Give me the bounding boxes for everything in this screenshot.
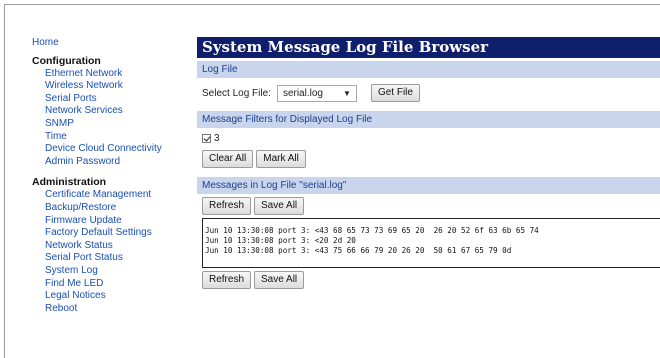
nav-network-services[interactable]: Network Services [32,105,192,118]
message-filters-section-header: Message Filters for Displayed Log File [197,111,660,128]
nav-legal-notices[interactable]: Legal Notices [32,290,192,303]
nav-firmware-update[interactable]: Firmware Update [32,215,192,228]
nav-factory-default-settings[interactable]: Factory Default Settings [32,227,192,240]
nav-system-log[interactable]: System Log [32,265,192,278]
messages-section: Refresh Save All Jun 10 13:30:08 port 3:… [197,194,660,289]
log-file-row: Select Log File: serial.log ▼ Get File [202,84,655,102]
nav-serial-port-status[interactable]: Serial Port Status [32,252,192,265]
nav-certificate-management[interactable]: Certificate Management [32,189,192,202]
checkbox-checked-icon[interactable] [202,134,211,143]
save-all-button-bottom[interactable]: Save All [254,271,305,289]
select-log-file-label: Select Log File: [202,87,271,99]
mark-all-button[interactable]: Mark All [256,150,306,168]
filter-buttons-row: Clear All Mark All [202,150,655,168]
nav-heading-administration: Administration [32,176,107,189]
nav-wireless-network[interactable]: Wireless Network [32,80,192,93]
filter-checkbox-label: 3 [214,133,220,144]
save-all-button-top[interactable]: Save All [254,197,305,215]
log-line: Jun 10 13:30:08 port 3: <43 75 66 66 79 … [205,246,512,255]
nav-gap [32,168,192,176]
refresh-button-bottom[interactable]: Refresh [202,271,252,289]
clear-all-button[interactable]: Clear All [202,150,254,168]
nav-network-status[interactable]: Network Status [32,240,192,253]
message-filters-section: 3 Clear All Mark All [197,128,660,174]
nav-time[interactable]: Time [32,131,192,144]
log-file-section-header: Log File [197,61,660,78]
log-file-select[interactable]: serial.log ▼ [276,84,357,102]
page-title: System Message Log File Browser [197,37,660,58]
nav-heading-configuration: Configuration [32,54,101,67]
log-line: Jun 10 13:30:08 port 3: <20 2d 20 [205,236,356,245]
messages-bottom-buttons: Refresh Save All [202,271,660,289]
nav-admin-password[interactable]: Admin Password [32,156,192,169]
nav-serial-ports[interactable]: Serial Ports [32,93,192,106]
log-output[interactable]: Jun 10 13:30:08 port 3: <43 68 65 73 73 … [202,218,660,268]
nav-home[interactable]: Home [32,37,192,50]
get-file-button[interactable]: Get File [370,84,420,102]
log-file-section: Select Log File: serial.log ▼ Get File [197,78,660,108]
main-panel: System Message Log File Browser Log File… [197,37,660,289]
nav-find-me-led[interactable]: Find Me LED [32,278,192,291]
nav-device-cloud-connectivity[interactable]: Device Cloud Connectivity [32,143,192,156]
messages-section-header: Messages in Log File "serial.log" [197,177,660,194]
log-file-select-value: serial.log [282,87,323,99]
sidebar: Home Configuration Ethernet Network Wire… [32,37,192,315]
nav-snmp[interactable]: SNMP [32,118,192,131]
nav-ethernet-network[interactable]: Ethernet Network [32,68,192,81]
filter-checkbox-3[interactable]: 3 [202,133,220,144]
nav-backup-restore[interactable]: Backup/Restore [32,202,192,215]
chevron-down-icon: ▼ [343,88,351,98]
nav-reboot[interactable]: Reboot [32,303,192,316]
refresh-button-top[interactable]: Refresh [202,197,252,215]
messages-top-buttons: Refresh Save All [202,197,660,215]
log-line: Jun 10 13:30:08 port 3: <43 68 65 73 73 … [205,226,539,235]
